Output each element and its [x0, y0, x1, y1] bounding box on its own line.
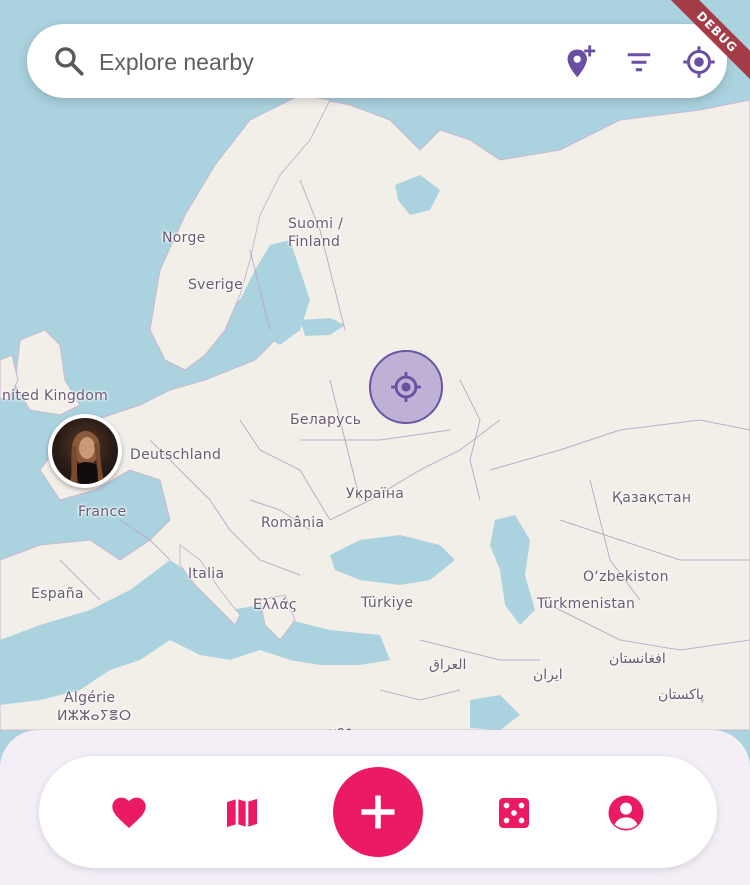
map-label-ukraine: Україна: [346, 486, 405, 502]
map-label-france: France: [78, 504, 127, 520]
map-label-italy: Italia: [188, 566, 225, 582]
map-label-finland-2: Finland: [288, 234, 341, 250]
nav-profile-button[interactable]: [600, 787, 652, 839]
add-location-icon: [567, 45, 596, 78]
filter-icon: [627, 53, 651, 72]
map-label-afghanistan: افغانستان: [609, 651, 666, 667]
add-location-button[interactable]: [558, 40, 602, 84]
my-location-icon: [683, 46, 715, 78]
filter-button[interactable]: [617, 40, 661, 84]
my-location-button[interactable]: [677, 40, 721, 84]
map-label-belarus: Беларусь: [290, 412, 362, 428]
map-label-romania: România: [261, 515, 325, 531]
map-label-spain: España: [31, 586, 84, 602]
map-icon: [227, 798, 257, 828]
search-icon: [55, 47, 84, 76]
avatar-image: [68, 431, 106, 484]
dice-icon: [499, 798, 529, 828]
map-label-turkmenistan: Türkmenistan: [537, 596, 636, 612]
map-label-iraq: العراق: [429, 657, 467, 673]
map-label-sweden: Sverige: [188, 277, 244, 293]
current-location-marker[interactable]: [369, 350, 443, 424]
add-button[interactable]: [333, 767, 423, 857]
map-label-pakistan: پاکستان: [658, 687, 705, 703]
map-label-algeria-tifinagh: ⵍⵣⵣⴰⵢⴻⵔ: [57, 708, 132, 724]
account-circle-icon: [608, 795, 644, 831]
map-label-algeria: Algérie: [64, 690, 116, 706]
plus-icon: [361, 795, 395, 829]
map-label-turkey: Türkiye: [361, 595, 414, 611]
map-label-iran: ایران: [533, 667, 563, 683]
map-label-norway: Norge: [162, 230, 206, 246]
nav-map-button[interactable]: [216, 787, 268, 839]
my-location-icon: [391, 372, 421, 402]
search-input[interactable]: [99, 44, 519, 80]
avatar: [52, 418, 118, 484]
user-avatar-marker[interactable]: [48, 414, 122, 488]
nav-favorites-button[interactable]: [103, 787, 155, 839]
nav-random-button[interactable]: [488, 787, 540, 839]
map-label-finland-1: Suomi /: [288, 216, 344, 232]
map-label-uzbekistan: O‘zbekiston: [583, 569, 669, 585]
map-label-greece: Ελλάς: [253, 597, 298, 613]
map-label-united-kingdom: nited Kingdom: [2, 388, 109, 404]
map-label-germany: Deutschland: [130, 447, 222, 463]
heart-icon: [112, 797, 146, 828]
map-label-kazakhstan: Қазақстан: [612, 490, 692, 506]
